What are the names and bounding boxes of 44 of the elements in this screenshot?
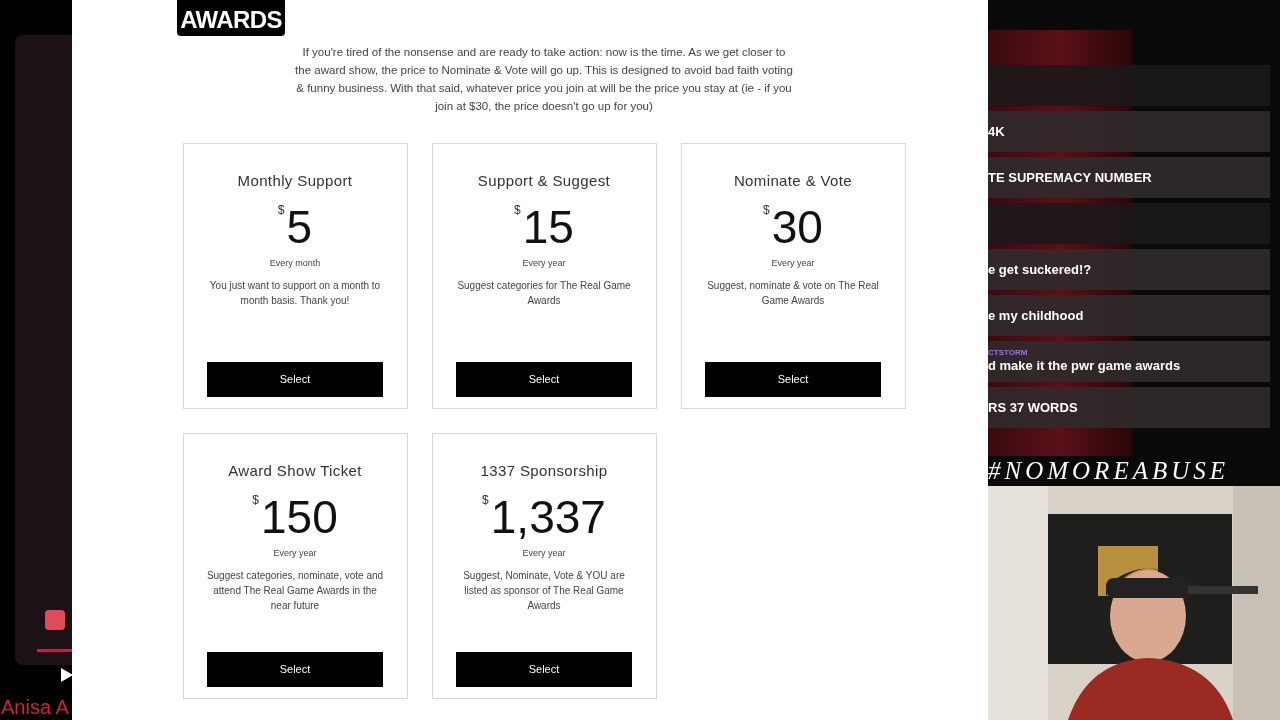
- plan-period: Every year: [522, 256, 566, 270]
- chat-username: CTSTORM: [988, 348, 1029, 357]
- plan-name: 1337 Sponsorship: [480, 461, 608, 481]
- select-button[interactable]: Select: [207, 652, 383, 687]
- plan-description: Suggest, nominate & vote on The Real Game Awards: [706, 279, 880, 308]
- currency-sign: $: [514, 201, 521, 219]
- currency-sign: $: [482, 491, 489, 509]
- plan-description: Suggest, Nominate, Vote & YOU are listed as sponsor of The Real Game Awards: [462, 569, 626, 613]
- chat-text: RS 37 WORDS: [988, 398, 1079, 417]
- select-button[interactable]: Select: [207, 362, 383, 397]
- plan-period: Every year: [771, 256, 815, 270]
- select-button[interactable]: Select: [456, 652, 632, 687]
- plan-name: Award Show Ticket: [228, 461, 362, 481]
- plan-price: 5: [286, 199, 313, 255]
- hashtag-text: #NOMOREABUSE: [988, 456, 1231, 486]
- intro-text: If you're tired of the nonsense and are ready to take action: now is the time. As we get closer to the award show, the price to Nominate & Vote will go up. This is designed to avoid bad faith voting & funny business. With that said, whatever price you join at will be the price you stay at (ie - if you join at $30, the price doesn't go up for you): [294, 45, 794, 114]
- chat-text: e get suckered!?: [988, 260, 1093, 279]
- play-icon[interactable]: [59, 667, 75, 683]
- plan-price: 1,337: [490, 489, 606, 545]
- accent-line: [37, 649, 72, 652]
- currency-sign: $: [763, 201, 770, 219]
- plan-name: Nominate & Vote: [733, 171, 853, 191]
- chat-text: 4K: [988, 122, 1006, 141]
- site-logo[interactable]: AWARDS: [177, 0, 285, 36]
- plan-price: 150: [260, 489, 338, 545]
- overlay-caption: Anisa A: [1, 695, 69, 720]
- chat-text: d make it the pwr game awards: [988, 356, 1182, 375]
- currency-sign: $: [277, 201, 285, 219]
- plan-description: Suggest categories for The Real Game Awards: [456, 279, 632, 308]
- shirt-icon: [45, 610, 65, 630]
- plan-name: Monthly Support: [237, 171, 353, 191]
- plan-period: Every year: [273, 546, 317, 560]
- plan-description: You just want to support on a month to month basis. Thank you!: [208, 279, 382, 308]
- select-button[interactable]: Select: [456, 362, 632, 397]
- plan-period: Every month: [269, 256, 321, 270]
- select-button[interactable]: Select: [705, 362, 881, 397]
- plan-period: Every year: [522, 546, 566, 560]
- plan-description: Suggest categories, nominate, vote and attend The Real Game Awards in the near future: [205, 569, 385, 613]
- chat-text: TE SUPREMACY NUMBER: [988, 168, 1153, 187]
- chat-text: e my childhood: [988, 306, 1085, 325]
- plan-name: Support & Suggest: [477, 171, 611, 191]
- plan-price: 15: [522, 199, 574, 255]
- currency-sign: $: [252, 491, 259, 509]
- plan-price: 30: [771, 199, 823, 255]
